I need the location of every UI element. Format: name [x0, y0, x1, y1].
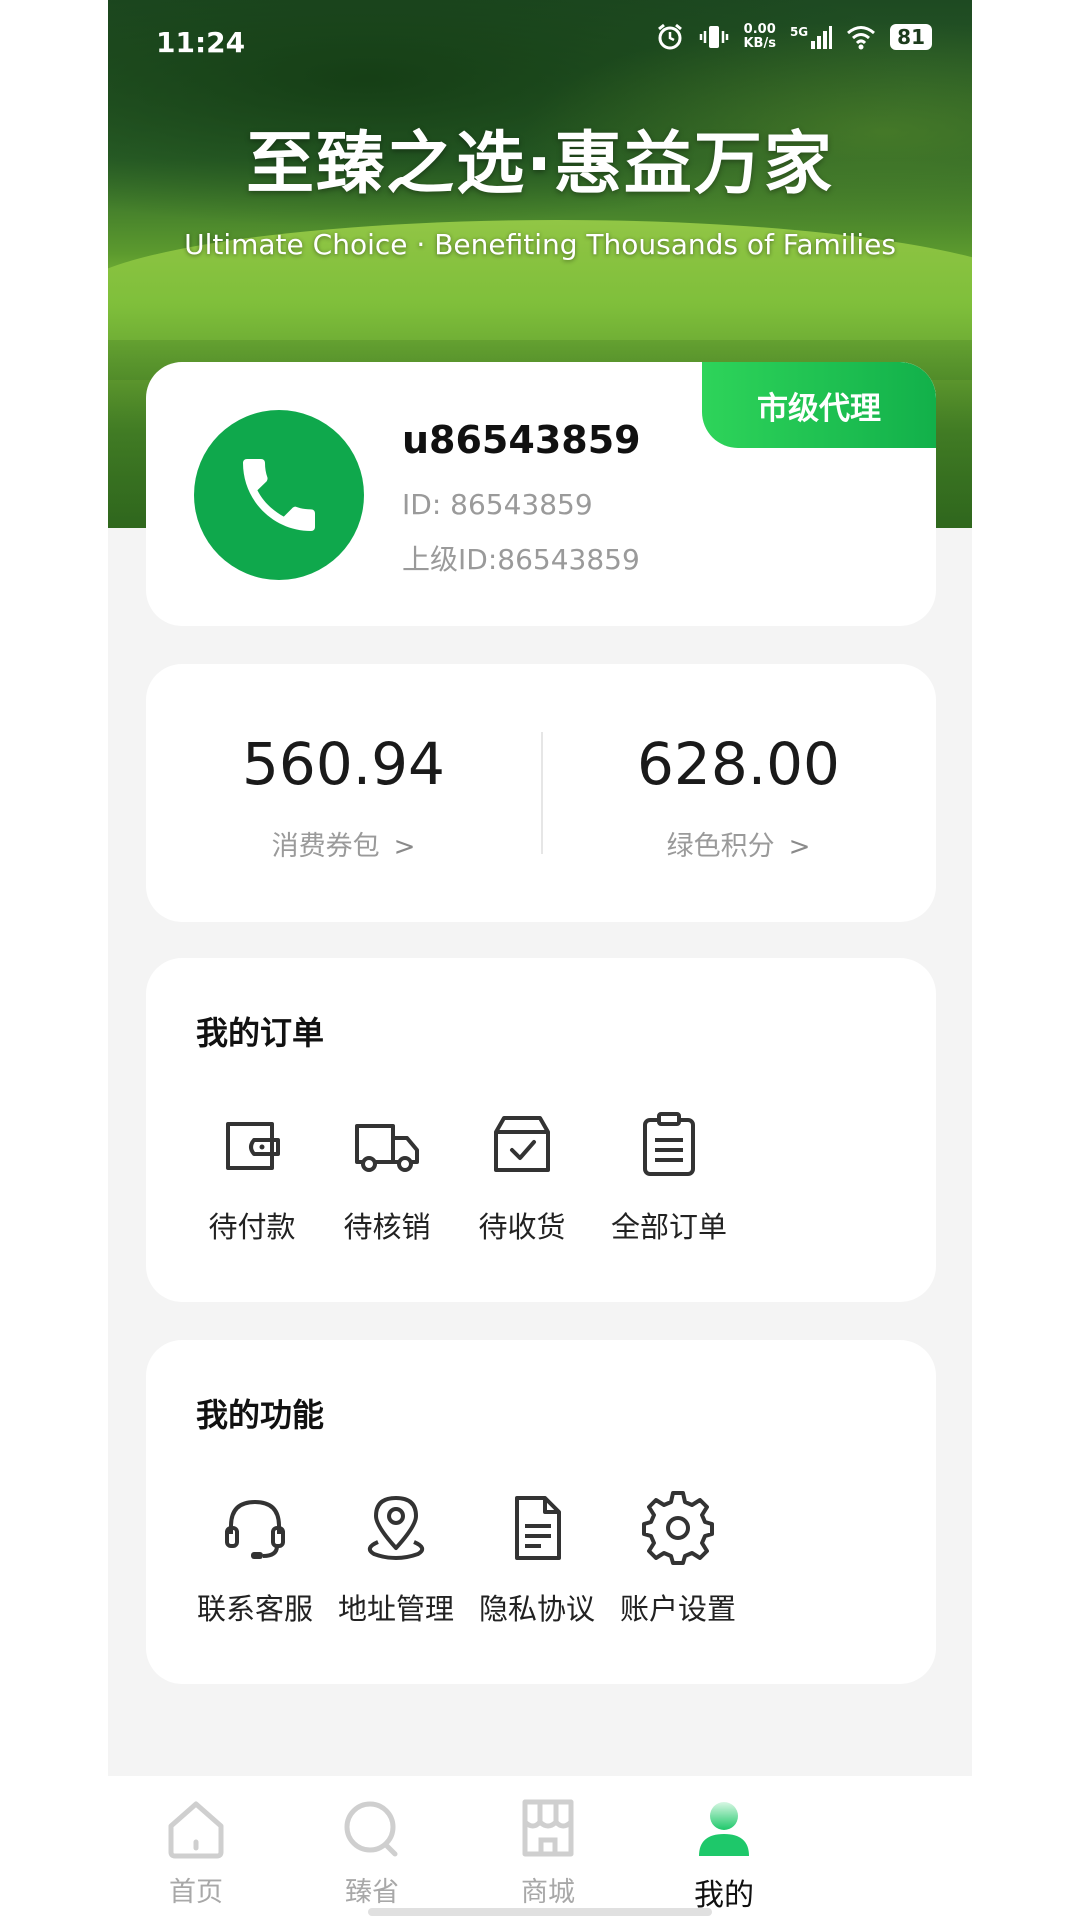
wallet-icon: [226, 1122, 280, 1170]
parent-id: 上级ID:86543859: [402, 543, 640, 576]
net-speed-value: 0.00: [743, 22, 776, 37]
orders-card: 我的订单 待付款 待核销 待收货 全部订单: [146, 958, 936, 1302]
voucher-stat[interactable]: 560.94 消费券包 >: [146, 664, 541, 922]
orders-title: 我的订单: [196, 1014, 325, 1052]
location-pin-icon: [367, 1496, 425, 1560]
points-stat[interactable]: 628.00 绿色积分 >: [541, 664, 936, 922]
tab-zhensheng[interactable]: 臻省: [302, 1794, 442, 1909]
app-screen: 11:24 0.00 KB/s 5G 81 至臻之选·惠益万家 Ultimate…: [108, 0, 972, 1920]
phone-icon: [243, 459, 315, 531]
voucher-label-row: 消费券包 >: [146, 824, 541, 863]
user-id: ID: 86543859: [402, 488, 593, 521]
profile-card[interactable]: 市级代理 u86543859 ID: 86543859 上级ID:8654385…: [146, 362, 936, 626]
chevron-right-icon: >: [393, 832, 416, 862]
agent-level-badge: 市级代理: [702, 362, 936, 448]
tab-label: 商城: [521, 1877, 575, 1908]
home-icon: [168, 1801, 224, 1859]
points-label: 绿色积分: [666, 831, 775, 862]
avatar[interactable]: [194, 410, 364, 580]
hero-subtitle: Ultimate Choice · Benefiting Thousands o…: [184, 228, 896, 261]
signal-bars-icon: [811, 26, 833, 49]
function-item-label: 账户设置: [619, 1592, 736, 1626]
func-account-settings[interactable]: 账户设置: [593, 1490, 763, 1628]
status-bar: 11:24 0.00 KB/s 5G 81: [108, 0, 972, 92]
points-value: 628.00: [637, 730, 840, 798]
wifi-icon: [847, 26, 876, 50]
functions-grid: 联系客服 地址管理 隐私协议 账户设置: [146, 1490, 936, 1660]
box-check-icon: [494, 1116, 550, 1172]
store-icon: [522, 1799, 574, 1857]
home-indicator[interactable]: [368, 1908, 712, 1916]
headset-icon: [225, 1499, 285, 1559]
battery-level: 81: [890, 24, 932, 50]
tab-mall[interactable]: 商城: [478, 1794, 618, 1909]
cell-signal: 5G: [789, 25, 833, 49]
functions-title: 我的功能: [196, 1396, 325, 1434]
search-icon: [344, 1801, 398, 1857]
status-icons: 0.00 KB/s 5G 81: [655, 22, 932, 52]
username: u86543859: [402, 418, 641, 462]
wallet-card: 560.94 消费券包 > 628.00 绿色积分 >: [146, 664, 936, 922]
order-pending-receipt[interactable]: 待收货: [437, 1108, 607, 1246]
clipboard-icon: [643, 1112, 695, 1176]
document-icon: [515, 1496, 561, 1560]
gear-icon: [642, 1491, 714, 1565]
order-item-label: 全部订单: [610, 1210, 727, 1244]
user-icon: [699, 1802, 749, 1856]
chevron-right-icon: >: [788, 832, 811, 862]
voucher-label: 消费券包: [271, 831, 380, 862]
order-item-label: 待收货: [478, 1210, 566, 1244]
truck-icon: [355, 1124, 419, 1172]
net-speed: 0.00 KB/s: [743, 23, 775, 51]
vibrate-icon: [700, 26, 729, 48]
hero-title: 至臻之选·惠益万家: [246, 125, 834, 204]
orders-grid: 待付款 待核销 待收货 全部订单: [146, 1108, 936, 1278]
net-speed-unit: KB/s: [743, 36, 776, 51]
status-time: 11:24: [156, 26, 246, 59]
tab-label: 臻省: [345, 1877, 399, 1908]
alarm-icon: [658, 23, 683, 50]
bottom-tab-bar: 首页 臻省 商城 我的: [108, 1776, 972, 1920]
points-label-row: 绿色积分 >: [541, 824, 936, 863]
functions-card: 我的功能 联系客服 地址管理 隐私协议 账户设置: [146, 1340, 936, 1684]
network-type: 5G: [789, 25, 809, 39]
voucher-value: 560.94: [242, 730, 445, 798]
tab-label: 首页: [169, 1877, 223, 1908]
tab-home[interactable]: 首页: [126, 1794, 266, 1909]
tab-mine[interactable]: 我的: [654, 1794, 794, 1914]
order-all[interactable]: 全部订单: [584, 1108, 754, 1246]
